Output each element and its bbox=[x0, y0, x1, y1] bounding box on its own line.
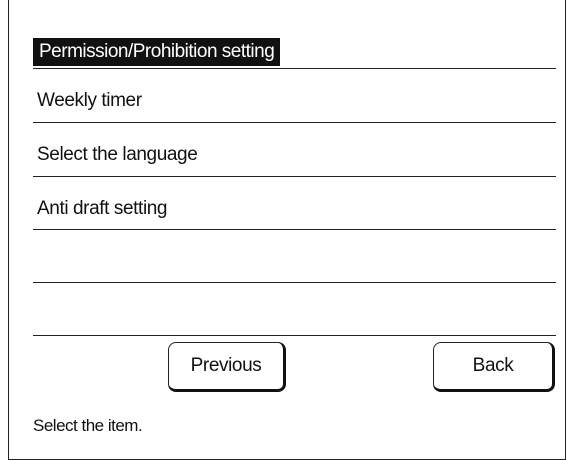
menu-divider bbox=[33, 176, 556, 177]
menu-divider bbox=[33, 335, 556, 336]
menu-divider bbox=[33, 122, 556, 123]
title-underline bbox=[33, 68, 556, 69]
menu-divider bbox=[33, 229, 556, 230]
page-title: Permission/Prohibition setting bbox=[33, 38, 281, 66]
previous-button[interactable]: Previous bbox=[168, 342, 286, 392]
menu-item-select-language[interactable]: Select the language bbox=[37, 143, 198, 167]
back-button[interactable]: Back bbox=[433, 342, 555, 392]
menu-item-anti-draft-setting[interactable]: Anti draft setting bbox=[37, 197, 168, 221]
menu-divider bbox=[33, 282, 556, 283]
status-message: Select the item. bbox=[33, 416, 143, 435]
menu-item-weekly-timer[interactable]: Weekly timer bbox=[37, 89, 142, 113]
